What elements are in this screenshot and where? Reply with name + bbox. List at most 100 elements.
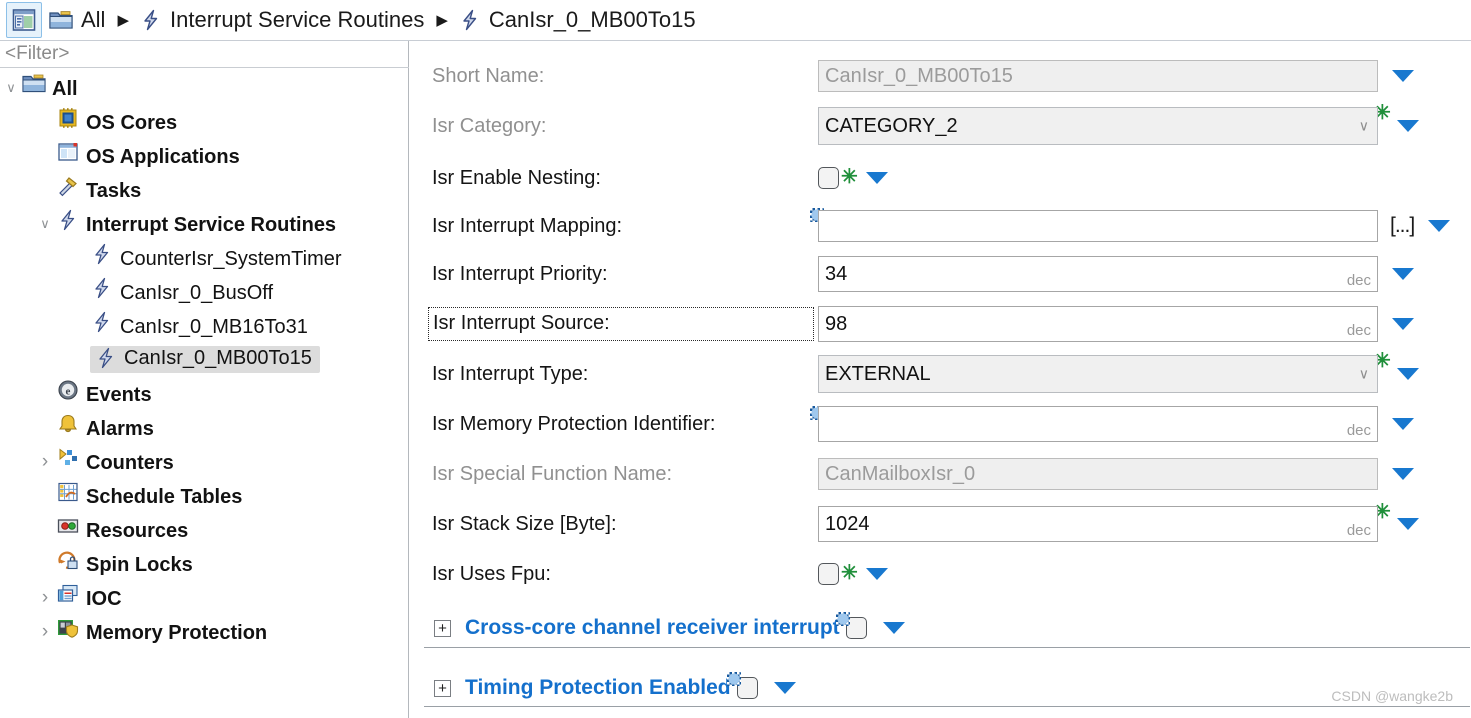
hammer-icon	[59, 177, 77, 197]
cpu-icon	[56, 108, 80, 133]
tree-item-content[interactable]: CanIsr_0_MB16To31	[90, 311, 308, 339]
tree-item-counters[interactable]: Counters	[0, 444, 408, 478]
hammer-icon	[56, 177, 80, 201]
unit-label-isr-memory-protection-identifier: dec	[1346, 422, 1371, 439]
control-group-isr-special-function-name: CanMailboxIsr_0	[818, 458, 1414, 490]
chevron-right-icon[interactable]	[34, 622, 56, 641]
chevron-down-icon[interactable]: ∨	[1359, 366, 1369, 383]
label-isr-category: Isr Category:	[432, 114, 547, 137]
tree-item-canisr-0-mb00to15[interactable]: CanIsr_0_MB00To15	[0, 342, 408, 376]
form-row-isr-memory-protection-identifier: Isr Memory Protection Identifier: dec	[410, 399, 1471, 449]
tree-item-label: Events	[86, 384, 152, 406]
input-value-isr-interrupt-source: 98	[825, 312, 848, 335]
select-value-isr-category: CATEGORY_2	[825, 114, 958, 137]
input-isr-interrupt-priority[interactable]: 34 dec	[818, 256, 1378, 292]
properties-panel-icon[interactable]	[6, 2, 42, 38]
tree-item-content[interactable]: CanIsr_0_MB00To15	[90, 345, 320, 373]
input-short-name[interactable]: CanIsr_0_MB00To15	[818, 60, 1378, 92]
tree-item-content[interactable]: All	[22, 73, 78, 101]
tree-item-content[interactable]: e Events	[56, 379, 152, 407]
input-isr-special-function-name[interactable]: CanMailboxIsr_0	[818, 458, 1378, 490]
tree-item-content[interactable]: Counters	[56, 447, 174, 475]
section-link-timing-protection-enabled[interactable]: Timing Protection Enabled	[465, 676, 731, 700]
dropdown-arrow-icon-isr-stack-size[interactable]	[1396, 518, 1419, 530]
control-group-isr-uses-fpu: ✳	[818, 563, 888, 585]
browse-ellipsis-button-isr-interrupt-mapping[interactable]: [...]	[1390, 214, 1415, 238]
dropdown-arrow-icon-isr-enable-nesting[interactable]	[865, 172, 888, 184]
dropdown-arrow-icon-cross-core-channel-receiver-interrupt[interactable]	[882, 622, 905, 634]
expand-plus-icon-cross-core-channel-receiver-interrupt[interactable]: +	[434, 619, 451, 637]
input-isr-interrupt-source[interactable]: 98 dec	[818, 306, 1378, 342]
tree-item-content[interactable]: Alarms	[56, 413, 154, 441]
select-isr-interrupt-type[interactable]: EXTERNAL ∨	[818, 355, 1378, 393]
tree-item-content[interactable]: Spin Locks	[56, 549, 193, 577]
tree-item-tasks[interactable]: Tasks	[0, 172, 408, 206]
chevron-right-icon[interactable]	[34, 452, 56, 471]
select-value-isr-interrupt-type: EXTERNAL	[825, 362, 931, 385]
chevron-down-icon[interactable]: ∨	[1359, 118, 1369, 135]
tree-item-content[interactable]: CanIsr_0_BusOff	[90, 277, 273, 305]
dropdown-arrow-icon-timing-protection-enabled[interactable]	[773, 682, 796, 694]
form-row-short-name: Short Name: CanIsr_0_MB00To15	[410, 51, 1471, 101]
tree-item-content[interactable]: Schedule Tables	[56, 481, 242, 509]
tree-item-canisr-0-busoff[interactable]: CanIsr_0_BusOff	[0, 274, 408, 308]
tree-item-content[interactable]: OS Applications	[56, 141, 240, 169]
tree-item-content[interactable]: Resources	[56, 515, 188, 543]
dropdown-arrow-icon-isr-special-function-name[interactable]	[1392, 468, 1414, 480]
dropdown-arrow-icon-isr-interrupt-mapping[interactable]	[1428, 220, 1451, 232]
dropdown-arrow-icon-short-name[interactable]	[1392, 70, 1414, 82]
label-short-name: Short Name:	[432, 64, 545, 87]
tree-item-content[interactable]: CounterIsr_SystemTimer	[90, 243, 342, 271]
breadcrumb-item-interrupt-service-routines[interactable]: Interrupt Service Routines	[139, 7, 424, 33]
tree-item-content[interactable]: Tasks	[56, 175, 141, 203]
label-isr-interrupt-mapping: Isr Interrupt Mapping:	[432, 214, 623, 237]
input-isr-interrupt-mapping[interactable]	[818, 210, 1378, 242]
folder-icon	[22, 74, 46, 99]
input-isr-stack-size[interactable]: 1024 dec	[818, 506, 1378, 542]
dropdown-arrow-icon-isr-category[interactable]	[1396, 120, 1419, 132]
checkbox-isr-enable-nesting[interactable]	[818, 167, 839, 189]
tree-item-ioc[interactable]: IOC	[0, 580, 408, 614]
tree-item-content[interactable]: OS Cores	[56, 107, 177, 135]
tree-item-os-applications[interactable]: OS Applications	[0, 138, 408, 172]
dropdown-arrow-icon-isr-uses-fpu[interactable]	[865, 568, 888, 580]
expand-plus-icon-timing-protection-enabled[interactable]: +	[434, 679, 451, 697]
tree-item-alarms[interactable]: Alarms	[0, 410, 408, 444]
tree-item-label: Counters	[86, 452, 174, 474]
tree-item-schedule-tables[interactable]: Schedule Tables	[0, 478, 408, 512]
tree-item-content[interactable]: Memory Protection	[56, 617, 267, 645]
breadcrumb-item-canisr-0-mb00to15[interactable]: CanIsr_0_MB00To15	[458, 7, 696, 33]
dropdown-arrow-icon-isr-interrupt-priority[interactable]	[1392, 268, 1414, 280]
tree-item-label: Resources	[86, 520, 189, 542]
tree-item-all[interactable]: All	[0, 70, 408, 104]
breadcrumb-label-canisr-0-mb00to15: CanIsr_0_MB00To15	[488, 7, 696, 32]
tree-item-interrupt-service-routines[interactable]: Interrupt Service Routines	[0, 206, 408, 240]
dropdown-arrow-icon-isr-interrupt-source[interactable]	[1392, 318, 1414, 330]
breadcrumb-label-all: All	[81, 7, 106, 32]
tree-item-counterisr-systemtimer[interactable]: CounterIsr_SystemTimer	[0, 240, 408, 274]
dropdown-arrow-icon-isr-memory-protection-identifier[interactable]	[1392, 418, 1414, 430]
filter-input[interactable]: <Filter>	[0, 41, 409, 68]
tree-item-content[interactable]: Interrupt Service Routines	[56, 209, 336, 237]
tree-item-resources[interactable]: Resources	[0, 512, 408, 546]
dropdown-arrow-icon-isr-interrupt-type[interactable]	[1396, 368, 1419, 380]
tree-item-spin-locks[interactable]: Spin Locks	[0, 546, 408, 580]
variant-marker-icon[interactable]	[726, 672, 741, 686]
tree-item-canisr-0-mb16to31[interactable]: CanIsr_0_MB16To31	[0, 308, 408, 342]
checkbox-isr-uses-fpu[interactable]	[818, 563, 839, 585]
input-isr-memory-protection-identifier[interactable]: dec	[818, 406, 1378, 442]
tree-item-label: All	[52, 78, 78, 100]
tree-item-memory-protection[interactable]: Memory Protection	[0, 614, 408, 648]
select-isr-category[interactable]: CATEGORY_2 ∨	[818, 107, 1378, 145]
chevron-right-icon[interactable]	[34, 588, 56, 607]
variant-marker-icon[interactable]	[835, 612, 850, 626]
tree-item-content[interactable]: IOC	[56, 583, 122, 611]
tree-item-events[interactable]: e Events	[0, 376, 408, 410]
ioc-icon	[56, 584, 80, 609]
tree-item-label: Schedule Tables	[86, 486, 243, 508]
tree-item-os-cores[interactable]: OS Cores	[0, 104, 408, 138]
chevron-down-icon[interactable]	[34, 216, 56, 231]
section-link-cross-core-channel-receiver-interrupt[interactable]: Cross-core channel receiver interrupt	[465, 616, 840, 640]
breadcrumb-item-all[interactable]: All	[48, 7, 105, 33]
chevron-down-icon[interactable]	[0, 80, 22, 95]
